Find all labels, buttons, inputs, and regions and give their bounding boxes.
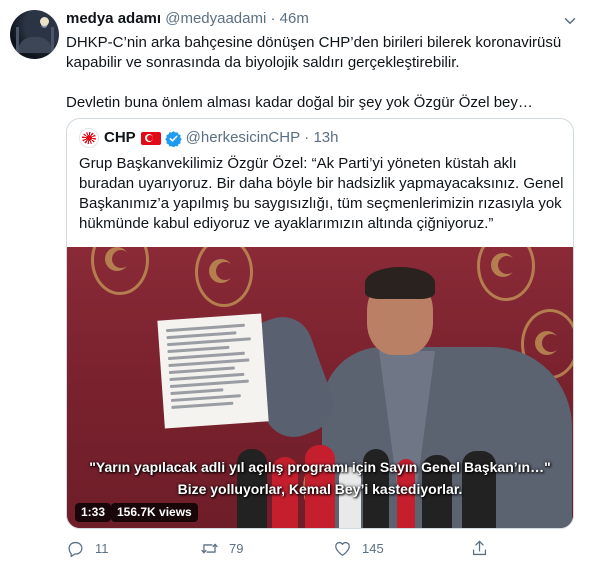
reply-button[interactable]: 11 xyxy=(66,539,109,558)
retweet-icon xyxy=(201,543,218,554)
held-paper xyxy=(157,313,269,429)
separator-dot: · xyxy=(304,129,310,146)
video-views: 156.7K views xyxy=(111,503,198,522)
quote-header: CHP @herkesicinCHP · 13h xyxy=(79,128,338,148)
minaret xyxy=(16,27,19,53)
reply-icon xyxy=(68,541,83,558)
minaret xyxy=(51,27,54,53)
separator-dot: · xyxy=(270,10,276,27)
quoted-tweet[interactable]: CHP @herkesicinCHP · 13h Grup Başkanveki… xyxy=(66,118,574,529)
retweet-button[interactable]: 79 xyxy=(200,539,243,558)
like-count: 145 xyxy=(362,541,384,556)
share-button[interactable] xyxy=(470,539,499,558)
tweet-paragraph: DHKP-C’nin arka bahçesine dönüşen CHP’de… xyxy=(66,34,562,71)
video-duration: 1:33 xyxy=(75,503,112,522)
avatar[interactable] xyxy=(10,10,59,59)
chevron-down-icon[interactable] xyxy=(561,12,579,30)
video-subtitle: Bize yolluyorlar, Kemal Bey’i kastediyor… xyxy=(177,481,463,497)
verified-icon xyxy=(164,130,182,147)
tweet[interactable]: medya adamı @medyaadami · 46m DHKP-C’nin… xyxy=(0,0,590,571)
like-button[interactable]: 145 xyxy=(333,539,384,558)
tweet-text: DHKP-C’nin arka bahçesine dönüşen CHP’de… xyxy=(66,33,576,113)
quote-author-handle[interactable]: @herkesicinCHP xyxy=(186,128,300,148)
video-subtitle: "Yarın yapılacak adli yıl açılış program… xyxy=(89,459,551,475)
author-handle[interactable]: @medyaadami xyxy=(165,10,266,27)
mosque-dome xyxy=(18,37,52,53)
tweet-time[interactable]: 46m xyxy=(280,10,309,27)
turkey-flag-icon xyxy=(140,131,161,145)
tweet-paragraph: Devletin buna önlem alması kadar doğal b… xyxy=(66,94,533,111)
moon-icon xyxy=(40,17,49,26)
chp-logo-avatar[interactable] xyxy=(79,128,99,148)
tweet-header: medya adamı @medyaadami · 46m xyxy=(66,9,309,29)
tweet-actions: 11 79 145 xyxy=(66,535,576,563)
speaker-hair xyxy=(365,267,435,299)
quote-text: Grup Başkanvekilimiz Özgür Özel: “Ak Par… xyxy=(79,155,564,232)
like-icon xyxy=(335,541,350,556)
share-icon xyxy=(472,540,487,556)
author-name[interactable]: medya adamı xyxy=(66,10,161,27)
quote-time[interactable]: 13h xyxy=(313,129,338,146)
video-player[interactable]: "Yarın yapılacak adli yıl açılış program… xyxy=(67,247,573,528)
retweet-count: 79 xyxy=(229,541,244,556)
quote-author-name[interactable]: CHP xyxy=(104,128,136,148)
reply-count: 11 xyxy=(95,541,109,556)
